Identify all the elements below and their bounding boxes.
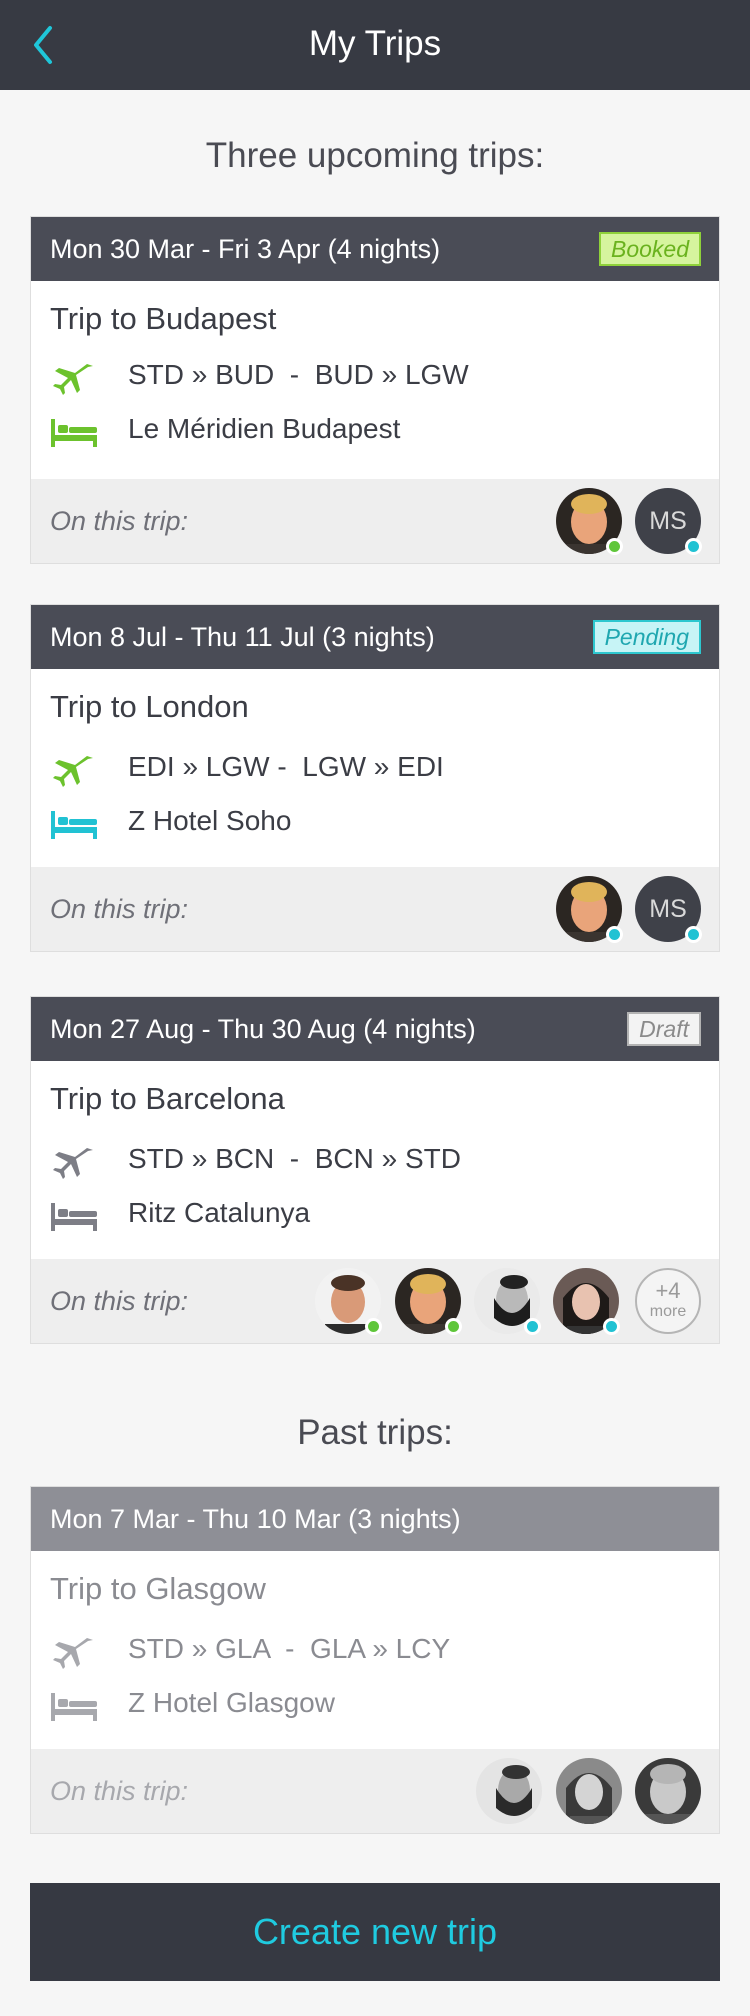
avatar[interactable]: [395, 1268, 462, 1335]
status-badge-draft: Draft: [627, 1012, 701, 1046]
top-bar: My Trips: [0, 0, 750, 90]
trip-card-footer: On this trip: MS: [31, 479, 719, 563]
online-status-dot: [365, 1318, 382, 1335]
trip-card-body: Trip to Barcelona STD » BCN - BCN » STD …: [31, 1061, 719, 1258]
trip-card-body: Trip to London EDI » LGW - LGW » EDI Z H…: [31, 669, 719, 866]
trip-card-header: Mon 30 Mar - Fri 3 Apr (4 nights) Booked: [31, 217, 719, 281]
trip-dates: Mon 27 Aug - Thu 30 Aug (4 nights): [50, 1014, 476, 1044]
status-badge-booked: Booked: [598, 232, 701, 266]
avatar[interactable]: MS: [635, 876, 702, 943]
online-status-dot: [606, 538, 623, 555]
on-this-trip-label: On this trip:: [50, 1286, 189, 1316]
plane-icon: [53, 1638, 93, 1669]
bed-icon: [51, 1693, 97, 1721]
trip-title: Trip to Barcelona: [50, 1081, 285, 1116]
avatar[interactable]: [556, 1758, 622, 1824]
create-new-trip-button[interactable]: Create new trip: [30, 1883, 720, 1981]
avatar[interactable]: [556, 876, 623, 943]
plane-icon: [53, 756, 93, 787]
upcoming-trips-heading: Three upcoming trips:: [205, 136, 545, 175]
flight-route: EDI » LGW - LGW » EDI: [128, 751, 444, 782]
trip-card-footer: On this trip: +4 more: [31, 1259, 719, 1343]
more-label: more: [649, 1303, 687, 1320]
trip-card-header: Mon 27 Aug - Thu 30 Aug (4 nights) Draft: [31, 997, 719, 1061]
avatar[interactable]: [635, 1758, 701, 1824]
online-status-dot: [606, 926, 623, 943]
hotel-name: Ritz Catalunya: [128, 1197, 311, 1228]
on-this-trip-label: On this trip:: [50, 1776, 189, 1806]
hotel-name: Z Hotel Soho: [128, 805, 292, 836]
avatar-photo: [556, 1758, 622, 1824]
avatar-photo: [476, 1758, 542, 1824]
more-travellers-button[interactable]: +4 more: [635, 1268, 701, 1334]
avatar[interactable]: [474, 1268, 541, 1335]
avatar[interactable]: [476, 1758, 542, 1824]
status-badge-pending: Pending: [592, 620, 701, 654]
trip-card-london[interactable]: Mon 8 Jul - Thu 11 Jul (3 nights) Pendin…: [30, 604, 720, 952]
online-status-dot: [445, 1318, 462, 1335]
trip-card-glasgow[interactable]: Mon 7 Mar - Thu 10 Mar (3 nights) Trip t…: [30, 1486, 720, 1834]
avatar[interactable]: [553, 1268, 620, 1335]
trip-card-footer: On this trip:: [31, 1749, 719, 1833]
trip-card-budapest[interactable]: Mon 30 Mar - Fri 3 Apr (4 nights) Booked…: [30, 216, 720, 564]
bed-icon: [51, 419, 97, 447]
more-count: +4: [655, 1278, 681, 1303]
bed-icon: [51, 1203, 97, 1231]
avatar[interactable]: MS: [635, 488, 702, 555]
hotel-name: Z Hotel Glasgow: [128, 1687, 335, 1718]
flight-route: STD » GLA - GLA » LCY: [128, 1633, 451, 1664]
plane-icon: [53, 1148, 93, 1179]
avatar[interactable]: [556, 488, 623, 555]
trip-title: Trip to Budapest: [50, 301, 277, 336]
flight-route: STD » BCN - BCN » STD: [128, 1143, 461, 1174]
trip-card-header: Mon 8 Jul - Thu 11 Jul (3 nights) Pendin…: [31, 605, 719, 669]
online-status-dot: [603, 1318, 620, 1335]
bed-icon: [51, 811, 97, 839]
trip-title: Trip to Glasgow: [50, 1571, 266, 1606]
past-trips-heading: Past trips:: [297, 1413, 453, 1452]
avatar-photo: [635, 1758, 701, 1824]
plane-icon: [53, 364, 93, 395]
trip-card-body: Trip to Budapest STD » BUD - BUD » LGW L…: [31, 281, 719, 478]
trip-dates: Mon 30 Mar - Fri 3 Apr (4 nights): [50, 234, 441, 264]
hotel-name: Le Méridien Budapest: [128, 413, 401, 444]
page-title: My Trips: [308, 24, 442, 63]
avatar[interactable]: [315, 1268, 382, 1335]
trip-card-header: Mon 7 Mar - Thu 10 Mar (3 nights): [31, 1487, 719, 1551]
online-status-dot: [524, 1318, 541, 1335]
trip-card-footer: On this trip: MS: [31, 867, 719, 951]
trip-dates: Mon 8 Jul - Thu 11 Jul (3 nights): [50, 622, 435, 652]
on-this-trip-label: On this trip:: [50, 506, 189, 536]
online-status-dot: [685, 926, 702, 943]
on-this-trip-label: On this trip:: [50, 894, 189, 924]
trip-dates: Mon 7 Mar - Thu 10 Mar (3 nights): [50, 1504, 461, 1534]
trip-card-barcelona[interactable]: Mon 27 Aug - Thu 30 Aug (4 nights) Draft…: [30, 996, 720, 1344]
trip-card-body: Trip to Glasgow STD » GLA - GLA » LCY Z …: [31, 1551, 719, 1748]
online-status-dot: [685, 538, 702, 555]
trip-title: Trip to London: [50, 689, 249, 724]
flight-route: STD » BUD - BUD » LGW: [128, 359, 469, 390]
